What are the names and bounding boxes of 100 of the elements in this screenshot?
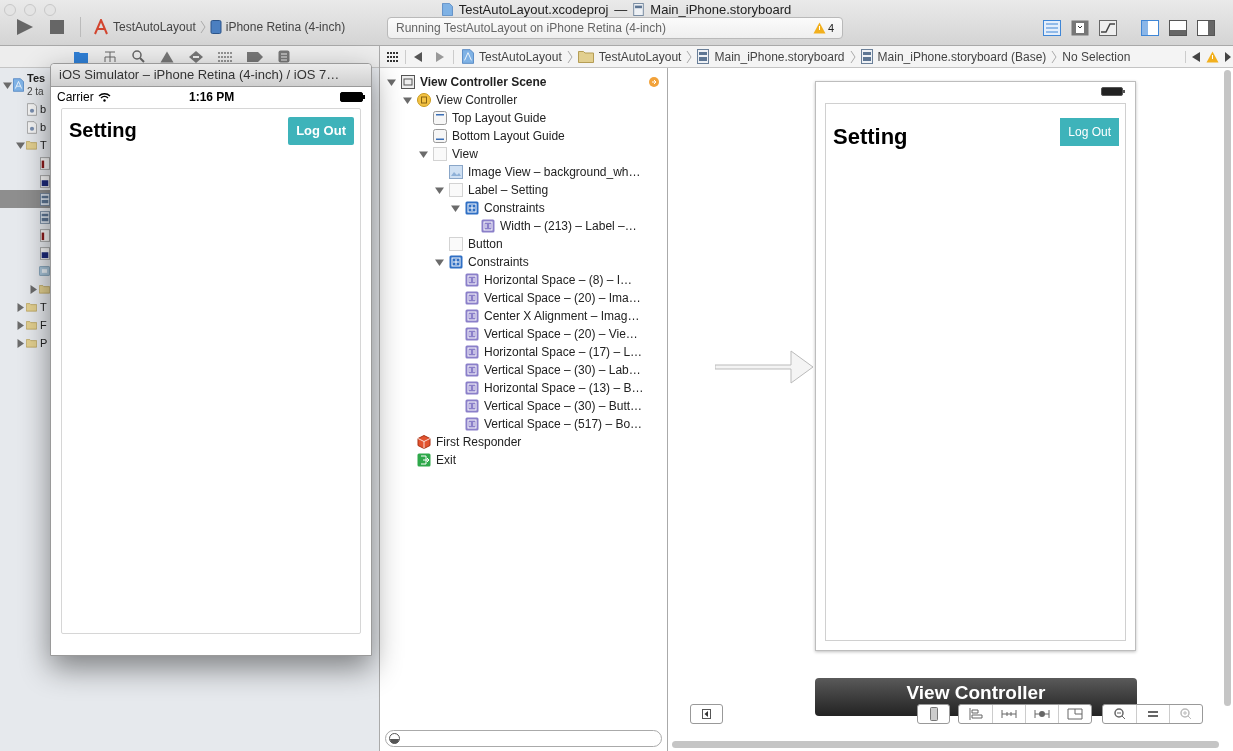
resolve-icon bbox=[1034, 708, 1050, 720]
constraint-icon bbox=[465, 417, 479, 431]
disclosure-triangle-icon[interactable] bbox=[450, 203, 460, 213]
search-icon[interactable] bbox=[132, 50, 145, 63]
forward-arrow-icon[interactable] bbox=[436, 51, 445, 62]
hierarchy-icon[interactable] bbox=[103, 50, 117, 63]
navigator-item-label: Tes bbox=[27, 72, 46, 85]
previous-issue-icon[interactable] bbox=[1192, 51, 1200, 62]
view-icon bbox=[433, 147, 447, 161]
utilities-toggle[interactable] bbox=[1197, 20, 1215, 36]
status-time: 1:16 PM bbox=[189, 89, 235, 106]
outline-item[interactable]: Horizontal Space – (8) – I… bbox=[484, 271, 633, 289]
constraint-icon bbox=[465, 399, 479, 413]
jump-bar-item[interactable]: TestAutoLayout bbox=[598, 47, 682, 66]
navigator-row[interactable]: b bbox=[0, 118, 50, 136]
navigator-row[interactable]: F bbox=[0, 316, 50, 334]
outline-item[interactable]: Vertical Space – (20) – Vie… bbox=[484, 325, 638, 343]
jump-bar-item[interactable]: Main_iPhone.storyboard bbox=[714, 47, 845, 66]
standard-editor-button[interactable] bbox=[1043, 20, 1061, 36]
chevron-icon bbox=[566, 49, 573, 64]
storyboard-file-icon bbox=[697, 49, 710, 64]
device-button[interactable] bbox=[917, 704, 950, 724]
disclosure-triangle-icon[interactable] bbox=[434, 185, 444, 195]
debug-icon[interactable] bbox=[218, 51, 232, 62]
log-icon[interactable] bbox=[278, 50, 290, 63]
outline-item[interactable]: Bottom Layout Guide bbox=[452, 127, 565, 145]
assistant-editor-button[interactable] bbox=[1071, 20, 1089, 36]
outline-item[interactable]: Label – Setting bbox=[468, 181, 549, 199]
navigator-row[interactable]: Tes 2 ta bbox=[0, 70, 50, 100]
outline-item[interactable]: Exit bbox=[436, 451, 456, 469]
outline-item[interactable]: Vertical Space – (30) – Lab… bbox=[484, 361, 641, 379]
outline-item[interactable]: View bbox=[452, 145, 478, 163]
phone-icon bbox=[929, 707, 938, 721]
outline-item[interactable]: Button bbox=[468, 235, 503, 253]
disclosure-triangle-icon[interactable] bbox=[386, 77, 396, 87]
align-icon bbox=[967, 708, 984, 720]
scene-icon bbox=[401, 75, 415, 89]
cube-icon bbox=[417, 435, 431, 449]
outline-item[interactable]: Horizontal Space – (13) – B… bbox=[484, 379, 644, 397]
outline-item[interactable]: Horizontal Space – (17) – L… bbox=[484, 343, 643, 361]
navigator-row[interactable]: P bbox=[0, 334, 50, 352]
debug-area-toggle[interactable] bbox=[1169, 20, 1187, 36]
horizontal-scroll-bar[interactable] bbox=[672, 741, 1219, 748]
version-editor-button[interactable] bbox=[1099, 20, 1117, 36]
toggle-outline-button[interactable] bbox=[690, 704, 723, 724]
disclosure-triangle-icon[interactable] bbox=[418, 149, 428, 159]
simulator-title: iOS Simulator – iPhone Retina (4-inch) / iOS 7… bbox=[59, 66, 340, 85]
navigator-row[interactable]: b bbox=[0, 100, 50, 118]
next-issue-icon[interactable] bbox=[1225, 51, 1231, 62]
outline-item[interactable]: Vertical Space – (517) – Bo… bbox=[484, 415, 643, 433]
title-label: Setting bbox=[833, 125, 908, 149]
vertical-scroll-bar[interactable] bbox=[1224, 70, 1231, 706]
navigator-toggle[interactable] bbox=[1141, 20, 1159, 36]
outline-item[interactable]: Vertical Space – (20) – Ima… bbox=[484, 289, 641, 307]
scene-title: View Controller bbox=[906, 683, 1046, 703]
run-button[interactable] bbox=[16, 18, 34, 36]
scheme-selector[interactable]: TestAutoLayout bbox=[113, 18, 196, 36]
chevron-icon bbox=[686, 49, 693, 64]
navigator-item-label: b bbox=[40, 102, 47, 116]
outline-item[interactable]: Top Layout Guide bbox=[452, 109, 547, 127]
chevron-icon bbox=[849, 49, 856, 64]
outline-item[interactable]: Image View – background_wh… bbox=[468, 163, 641, 181]
outline-item[interactable]: Constraints bbox=[484, 199, 545, 217]
wifi-icon bbox=[97, 92, 111, 102]
navigator-row[interactable]: T bbox=[0, 136, 50, 154]
outline-item[interactable]: Center X Alignment – Imag… bbox=[484, 307, 640, 325]
disclosure-triangle-icon[interactable] bbox=[2, 80, 12, 90]
disclosure-triangle-icon[interactable] bbox=[402, 95, 412, 105]
filter-field[interactable] bbox=[385, 729, 662, 747]
chevron-icon bbox=[199, 20, 206, 34]
constraint-icon bbox=[465, 309, 479, 323]
outline-item[interactable]: Vertical Space – (30) – Butt… bbox=[484, 397, 643, 415]
project-file-icon bbox=[462, 49, 474, 64]
folder-icon bbox=[26, 302, 37, 312]
storyboard-file-icon bbox=[39, 192, 50, 206]
project-file-icon bbox=[441, 3, 453, 17]
outline-item[interactable]: First Responder bbox=[436, 433, 522, 451]
outline-item[interactable]: Constraints bbox=[468, 253, 529, 271]
carrier-label: Carrier bbox=[57, 89, 94, 106]
outline-item[interactable]: View Controller bbox=[436, 91, 518, 109]
disclosure-triangle-icon[interactable] bbox=[15, 140, 25, 150]
navigator-item-subtitle: 2 ta bbox=[27, 85, 45, 98]
destination-selector[interactable]: iPhone Retina (4-inch) bbox=[225, 18, 346, 36]
jump-bar-item[interactable]: Main_iPhone.storyboard (Base) bbox=[877, 47, 1047, 66]
navigator-row[interactable]: T bbox=[0, 298, 50, 316]
related-items-icon[interactable] bbox=[387, 51, 398, 62]
storyboard-file-icon bbox=[39, 210, 50, 224]
title-separator: — bbox=[614, 1, 628, 19]
jump-bar-item[interactable]: TestAutoLayout bbox=[479, 47, 562, 66]
outline-item[interactable]: View Controller Scene bbox=[420, 73, 547, 91]
navigator-item-label: F bbox=[40, 318, 47, 332]
back-arrow-icon[interactable] bbox=[413, 51, 422, 62]
jump-bar-item[interactable]: No Selection bbox=[1062, 47, 1131, 66]
asset-catalog-icon bbox=[39, 266, 50, 276]
view-icon bbox=[449, 237, 463, 251]
disclosure-triangle-icon[interactable] bbox=[434, 257, 444, 267]
outline-item[interactable]: Width – (213) – Label –… bbox=[500, 217, 637, 235]
constraint-icon bbox=[465, 363, 479, 377]
view-controller-icon bbox=[417, 93, 431, 107]
project-file-icon bbox=[13, 78, 24, 92]
